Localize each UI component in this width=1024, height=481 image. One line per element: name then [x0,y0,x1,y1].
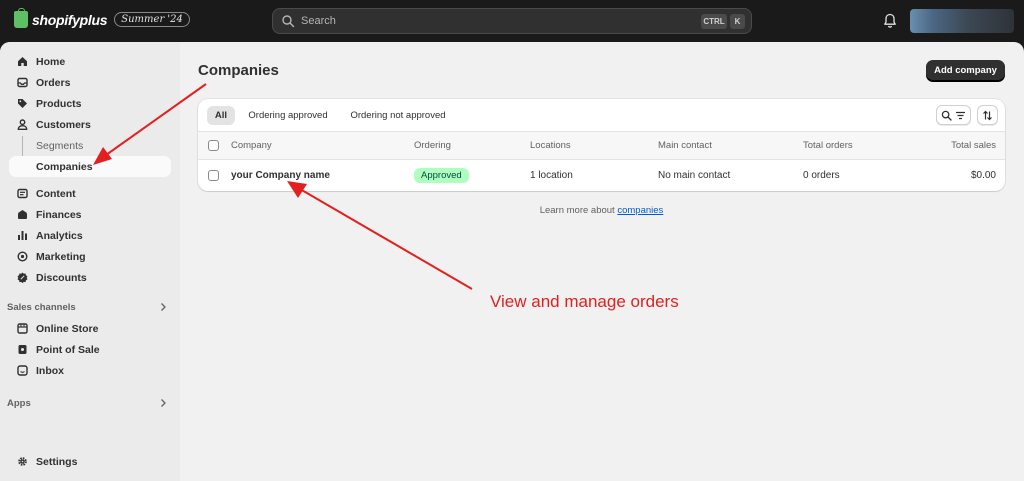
shopping-bag-logo-icon [14,8,28,28]
companies-help-link[interactable]: companies [617,205,663,216]
table-header: Company Ordering Locations Main contact … [198,132,1005,160]
sort-button[interactable] [977,105,998,125]
sort-arrows-icon [983,110,992,120]
company-name[interactable]: your Company name [231,160,330,191]
apps-header[interactable]: Apps [7,395,171,411]
discount-icon [17,272,28,283]
sidebar-item-label: Customers [36,118,91,131]
select-all-checkbox[interactable] [208,140,219,151]
tab-ordering-not-approved[interactable]: Ordering not approved [344,106,452,125]
tab-all[interactable]: All [207,106,235,125]
pos-icon [18,345,27,354]
sidebar: Home Orders Products Customers Segments … [0,42,180,481]
bank-icon [18,210,27,219]
filter-icon [956,111,965,119]
sidebar-item-label: Home [36,55,66,68]
sidebar-item-point-of-sale[interactable]: Point of Sale [9,339,171,360]
column-header-total-orders[interactable]: Total orders [803,132,853,159]
sales-channels-header[interactable]: Sales channels [7,299,171,315]
learn-more-prefix: Learn more about [539,205,615,216]
total-sales-cell: $0.00 [970,170,996,181]
sidebar-item-products[interactable]: Products [9,93,171,114]
search-filter-button[interactable] [936,105,971,125]
logo-text: shopifyplus [32,11,108,28]
page-title: Companies [198,62,279,79]
companies-table-card: All Ordering approved Ordering not appro… [198,99,1005,191]
chevron-right-icon [161,399,166,407]
shopify-plus-logo[interactable]: shopifyplus Summer '24 [14,8,190,28]
sidebar-item-label: Content [36,187,76,200]
add-company-button[interactable]: Add company [926,60,1005,81]
sidebar-item-label: Inbox [36,364,64,377]
section-label: Apps [7,397,31,409]
column-header-ordering[interactable]: Ordering [414,132,451,159]
sidebar-item-settings[interactable]: Settings [9,451,171,472]
ordering-status-cell: Approved [414,160,469,191]
column-header-company[interactable]: Company [231,132,272,159]
status-badge: Approved [414,168,469,183]
admin-frame: Home Orders Products Customers Segments … [0,42,1024,481]
sidebar-item-label: Finances [36,208,82,221]
sidebar-item-label: Discounts [36,271,87,284]
search-bar[interactable]: CTRL K [272,8,752,34]
sidebar-item-label: Analytics [36,229,83,242]
tab-ordering-approved[interactable]: Ordering approved [242,106,334,125]
bell-icon[interactable] [883,13,897,29]
sidebar-item-analytics[interactable]: Analytics [9,225,171,246]
home-icon [18,57,27,66]
sidebar-item-segments[interactable]: Segments [9,135,171,156]
sidebar-item-label: Online Store [36,322,99,335]
chat-icon [17,365,28,376]
sidebar-item-inbox[interactable]: Inbox [9,360,171,381]
sidebar-item-label: Segments [36,139,84,152]
sidebar-item-content[interactable]: Content [9,183,171,204]
account-avatar[interactable] [910,9,1014,33]
column-header-total-sales[interactable]: Total sales [951,132,996,159]
column-header-locations[interactable]: Locations [530,132,571,159]
tag-icon [18,99,27,108]
sidebar-item-online-store[interactable]: Online Store [9,318,171,339]
column-header-main-contact[interactable]: Main contact [658,132,712,159]
sidebar-item-orders[interactable]: Orders [9,72,171,93]
sidebar-item-marketing[interactable]: Marketing [9,246,171,267]
person-icon [17,119,28,130]
sidebar-item-companies[interactable]: Companies [9,156,171,177]
sidebar-item-discounts[interactable]: Discounts [9,267,171,288]
sidebar-item-home[interactable]: Home [9,51,171,72]
chevron-right-icon [161,303,166,311]
search-icon [282,15,295,28]
top-bar: shopifyplus Summer '24 CTRL K [0,0,1024,42]
sidebar-item-finances[interactable]: Finances [9,204,171,225]
target-icon [17,251,28,262]
sidebar-item-label: Companies [36,160,93,173]
sidebar-item-label: Marketing [36,250,86,263]
main-contact-cell: No main contact [658,170,731,181]
locations-cell: 1 location [530,170,573,181]
shortcut-ctrl-key: CTRL [701,14,727,29]
sidebar-item-customers[interactable]: Customers [9,114,171,135]
filter-tabs: All Ordering approved Ordering not appro… [198,99,1005,132]
sidebar-item-label: Products [36,97,82,110]
shortcut-k-key: K [730,14,745,29]
row-checkbox[interactable] [208,170,219,181]
sidebar-item-label: Point of Sale [36,343,100,356]
bar-chart-icon [18,231,27,240]
learn-more-text: Learn more about companies [198,205,1005,216]
store-icon [17,323,28,334]
inbox-tray-icon [17,77,28,88]
search-input[interactable] [301,15,681,27]
section-label: Sales channels [7,301,76,313]
sidebar-item-label: Settings [36,455,78,468]
content-icon [17,188,28,199]
gear-icon [18,457,27,466]
search-icon [941,110,952,121]
total-orders-cell: 0 orders [803,170,840,181]
table-row[interactable]: your Company name Approved 1 location No… [198,160,1005,191]
annotation-caption: View and manage orders [490,292,679,311]
edition-badge: Summer '24 [114,12,190,27]
sidebar-item-label: Orders [36,76,71,89]
